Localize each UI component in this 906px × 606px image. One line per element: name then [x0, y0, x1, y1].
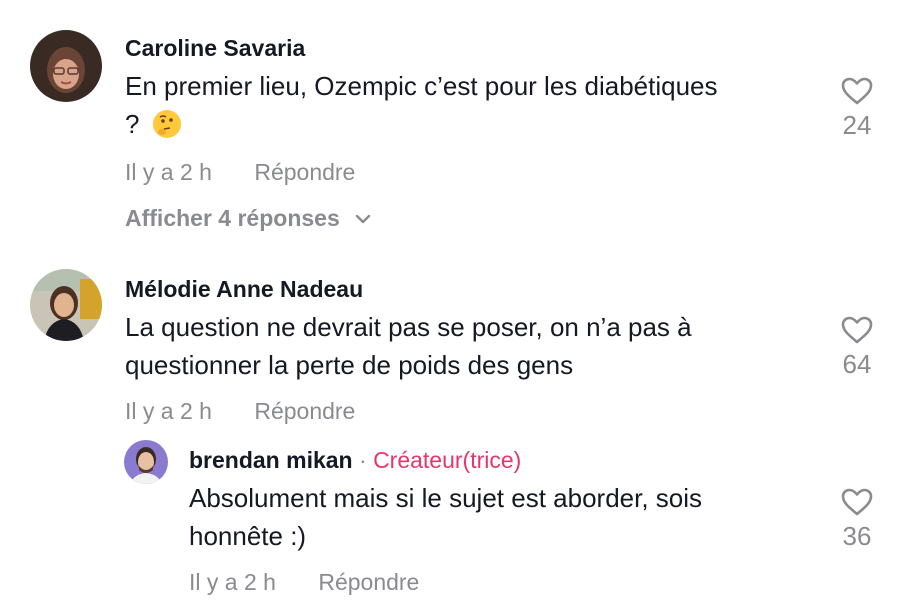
- reply-button[interactable]: Répondre: [254, 398, 355, 425]
- comment-author[interactable]: Caroline Savaria: [125, 35, 305, 62]
- avatar[interactable]: [30, 269, 102, 341]
- comment-time: Il y a 2 h: [125, 398, 212, 424]
- reply-author: brendan mikan · Créateur(trice): [189, 447, 521, 474]
- separator-dot: ·: [359, 447, 367, 473]
- comment-text: En premier lieu, Ozempic c’est pour les …: [125, 67, 815, 143]
- avatar[interactable]: [124, 440, 168, 484]
- comment-meta: Il y a 2 h Répondre: [125, 398, 355, 425]
- like-button[interactable]: 24: [832, 76, 882, 141]
- reply-button[interactable]: Répondre: [254, 159, 355, 186]
- reply-text: Absolument mais si le sujet est aborder,…: [189, 483, 703, 551]
- like-button[interactable]: 64: [832, 315, 882, 380]
- comment-meta: Il y a 2 h Répondre: [125, 159, 355, 186]
- thinking-face-icon: [152, 110, 181, 138]
- avatar[interactable]: [30, 30, 102, 102]
- comment-text-line: En premier lieu, Ozempic c’est pour les …: [125, 71, 718, 101]
- like-count: 64: [842, 349, 872, 379]
- like-count: 24: [842, 110, 872, 140]
- heart-icon: [841, 488, 873, 516]
- creator-badge: Créateur(trice): [373, 447, 522, 473]
- comment-author[interactable]: Mélodie Anne Nadeau: [125, 276, 363, 303]
- reply-meta: Il y a 2 h Répondre: [189, 569, 419, 596]
- show-replies-label: Afficher 4 réponses: [125, 205, 340, 231]
- heart-icon: [841, 316, 873, 344]
- reply-button[interactable]: Répondre: [318, 569, 419, 596]
- show-replies-button[interactable]: Afficher 4 réponses: [125, 205, 372, 232]
- reply-time: Il y a 2 h: [189, 569, 276, 595]
- comment-time: Il y a 2 h: [125, 159, 212, 185]
- comment-text: La question ne devrait pas se poser, on …: [125, 312, 692, 380]
- comment-text-line: ?: [125, 109, 140, 139]
- reply-author-name[interactable]: brendan mikan: [189, 447, 353, 473]
- like-count: 36: [842, 521, 872, 551]
- like-button[interactable]: 36: [832, 487, 882, 552]
- heart-icon: [841, 77, 873, 105]
- chevron-down-icon: [355, 214, 371, 224]
